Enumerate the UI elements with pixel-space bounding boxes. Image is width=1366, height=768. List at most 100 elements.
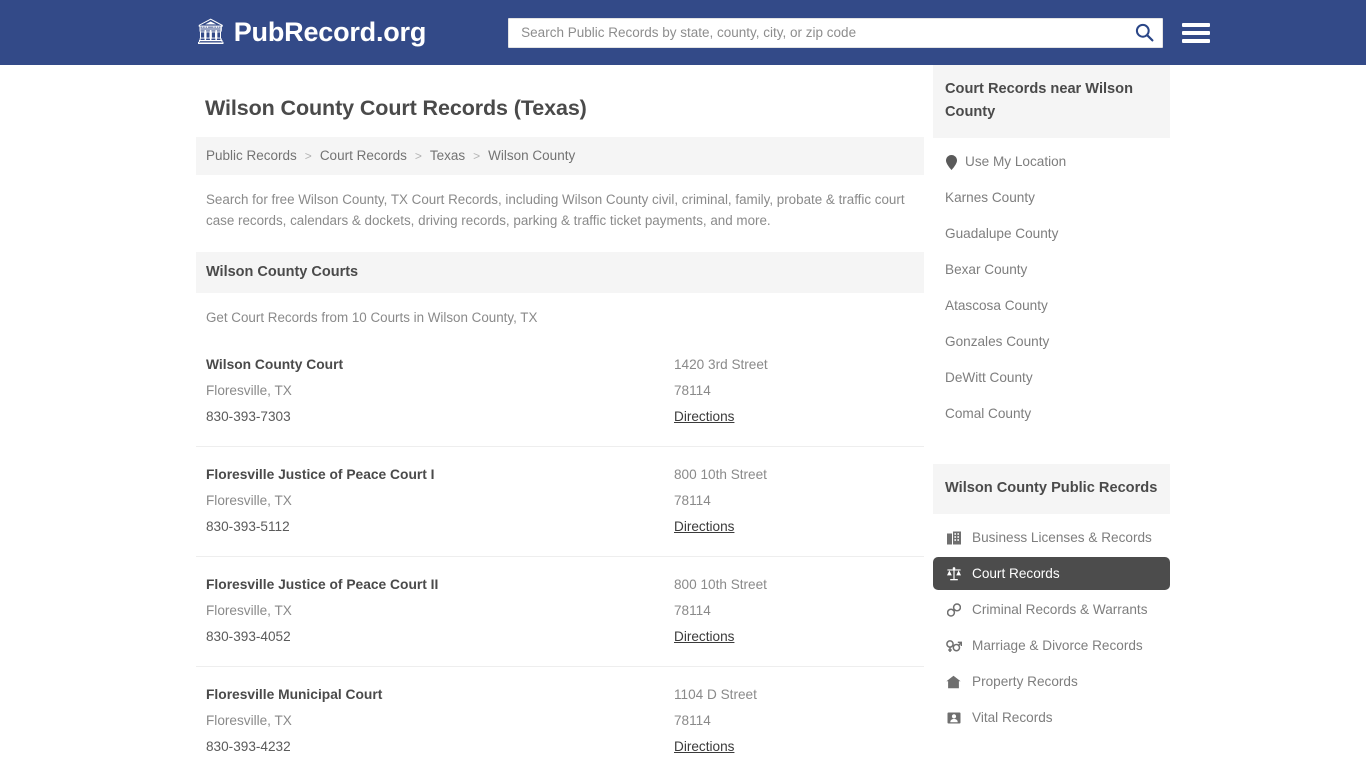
table-row: Floresville Justice of Peace Court I Flo… — [196, 446, 924, 556]
sidebar-item-marriage-divorce[interactable]: Marriage & Divorce Records — [933, 629, 1170, 662]
court-info-left: Floresville Municipal Court Floresville,… — [206, 682, 674, 760]
directions-link[interactable]: Directions — [674, 404, 734, 430]
breadcrumb: Public Records > Court Records > Texas >… — [196, 137, 924, 175]
search-input[interactable] — [508, 18, 1163, 48]
search-container — [508, 18, 1163, 48]
court-phone[interactable]: 830-393-4052 — [206, 624, 674, 650]
sidebar-item-label: Gonzales County — [945, 333, 1049, 351]
court-info-left: Wilson County Court Floresville, TX 830-… — [206, 352, 674, 430]
court-phone[interactable]: 830-393-7303 — [206, 404, 674, 430]
court-city: Floresville, TX — [206, 378, 674, 404]
sidebar-records-list: Business Licenses & Records Court Record… — [933, 514, 1170, 734]
sidebar-item-label: Use My Location — [965, 153, 1066, 171]
court-name: Wilson County Court — [206, 352, 674, 378]
section-header-wilson-county-courts: Wilson County Courts — [196, 252, 924, 293]
scales-of-justice-icon — [945, 567, 962, 581]
briefcase-icon — [945, 531, 962, 545]
house-icon — [945, 675, 962, 689]
sidebar-item-comal-county[interactable]: Comal County — [933, 396, 1170, 432]
table-row: Floresville Municipal Court Floresville,… — [196, 666, 924, 768]
hamburger-menu-button[interactable] — [1182, 18, 1210, 48]
court-info-right: 1420 3rd Street 78114 Directions — [674, 352, 914, 430]
court-name: Floresville Justice of Peace Court I — [206, 462, 674, 488]
court-street: 800 10th Street — [674, 462, 914, 488]
court-info-right: 1104 D Street 78114 Directions — [674, 682, 914, 760]
table-row: Wilson County Court Floresville, TX 830-… — [196, 337, 924, 446]
breadcrumb-item-wilson-county[interactable]: Wilson County — [488, 148, 575, 163]
directions-link[interactable]: Directions — [674, 734, 734, 760]
court-city: Floresville, TX — [206, 488, 674, 514]
sidebar: Court Records near Wilson County Use My … — [933, 65, 1170, 768]
sidebar-item-use-my-location[interactable]: Use My Location — [933, 144, 1170, 180]
sidebar-item-label: Property Records — [972, 674, 1078, 689]
person-card-icon — [945, 711, 962, 725]
sidebar-item-atascosa-county[interactable]: Atascosa County — [933, 288, 1170, 324]
page-title: Wilson County Court Records (Texas) — [205, 96, 924, 121]
court-info-left: Floresville Justice of Peace Court II Fl… — [206, 572, 674, 650]
breadcrumb-item-public-records[interactable]: Public Records — [206, 148, 297, 163]
main-content: Wilson County Court Records (Texas) Publ… — [196, 65, 924, 768]
directions-link[interactable]: Directions — [674, 624, 734, 650]
sidebar-item-vital-records[interactable]: Vital Records — [933, 701, 1170, 734]
court-street: 800 10th Street — [674, 572, 914, 598]
breadcrumb-separator-icon: > — [305, 149, 312, 163]
court-street: 1420 3rd Street — [674, 352, 914, 378]
court-name: Floresville Municipal Court — [206, 682, 674, 708]
court-city: Floresville, TX — [206, 598, 674, 624]
sidebar-item-label: Karnes County — [945, 189, 1035, 207]
sidebar-item-karnes-county[interactable]: Karnes County — [933, 180, 1170, 216]
breadcrumb-separator-icon: > — [415, 149, 422, 163]
gender-symbols-icon — [945, 639, 962, 653]
breadcrumb-item-texas[interactable]: Texas — [430, 148, 465, 163]
court-info-left: Floresville Justice of Peace Court I Flo… — [206, 462, 674, 540]
site-logo-text: PubRecord.org — [234, 17, 426, 48]
bank-icon: 🏛 — [195, 20, 227, 45]
section-subtitle: Get Court Records from 10 Courts in Wils… — [206, 310, 924, 325]
site-header: 🏛 PubRecord.org — [0, 0, 1366, 65]
sidebar-item-label: Business Licenses & Records — [972, 530, 1152, 545]
sidebar-item-label: DeWitt County — [945, 369, 1033, 387]
site-logo-link[interactable]: 🏛 PubRecord.org — [195, 17, 426, 48]
court-zip: 78114 — [674, 598, 914, 624]
directions-link[interactable]: Directions — [674, 514, 734, 540]
court-phone[interactable]: 830-393-5112 — [206, 514, 674, 540]
sidebar-item-label: Marriage & Divorce Records — [972, 638, 1143, 653]
court-phone[interactable]: 830-393-4232 — [206, 734, 674, 760]
sidebar-item-bexar-county[interactable]: Bexar County — [933, 252, 1170, 288]
sidebar-item-property-records[interactable]: Property Records — [933, 665, 1170, 698]
sidebar-item-label: Vital Records — [972, 710, 1053, 725]
table-row: Floresville Justice of Peace Court II Fl… — [196, 556, 924, 666]
court-zip: 78114 — [674, 378, 914, 404]
court-zip: 78114 — [674, 488, 914, 514]
hamburger-menu-icon — [1182, 23, 1210, 27]
handcuffs-icon — [945, 603, 962, 617]
court-name: Floresville Justice of Peace Court II — [206, 572, 674, 598]
breadcrumb-separator-icon: > — [473, 149, 480, 163]
sidebar-item-gonzales-county[interactable]: Gonzales County — [933, 324, 1170, 360]
search-button[interactable] — [1125, 18, 1163, 48]
page-body: Wilson County Court Records (Texas) Publ… — [0, 65, 1366, 768]
sidebar-item-criminal-records[interactable]: Criminal Records & Warrants — [933, 593, 1170, 626]
sidebar-item-dewitt-county[interactable]: DeWitt County — [933, 360, 1170, 396]
court-list: Wilson County Court Floresville, TX 830-… — [196, 337, 924, 768]
court-city: Floresville, TX — [206, 708, 674, 734]
search-icon — [1135, 23, 1154, 42]
sidebar-header-nearby: Court Records near Wilson County — [933, 65, 1170, 138]
court-info-right: 800 10th Street 78114 Directions — [674, 572, 914, 650]
sidebar-item-label: Atascosa County — [945, 297, 1048, 315]
breadcrumb-item-court-records[interactable]: Court Records — [320, 148, 407, 163]
sidebar-item-label: Comal County — [945, 405, 1031, 423]
sidebar-nearby-list: Use My Location Karnes County Guadalupe … — [933, 138, 1170, 432]
sidebar-item-court-records[interactable]: Court Records — [933, 557, 1170, 590]
court-zip: 78114 — [674, 708, 914, 734]
court-info-right: 800 10th Street 78114 Directions — [674, 462, 914, 540]
sidebar-header-public-records: Wilson County Public Records — [933, 464, 1170, 514]
page-intro-text: Search for free Wilson County, TX Court … — [206, 189, 912, 231]
hamburger-menu-icon — [1182, 39, 1210, 43]
sidebar-item-label: Criminal Records & Warrants — [972, 602, 1148, 617]
sidebar-item-business-licenses[interactable]: Business Licenses & Records — [933, 521, 1170, 554]
court-street: 1104 D Street — [674, 682, 914, 708]
sidebar-item-label: Guadalupe County — [945, 225, 1058, 243]
map-pin-icon — [945, 155, 957, 170]
sidebar-item-guadalupe-county[interactable]: Guadalupe County — [933, 216, 1170, 252]
